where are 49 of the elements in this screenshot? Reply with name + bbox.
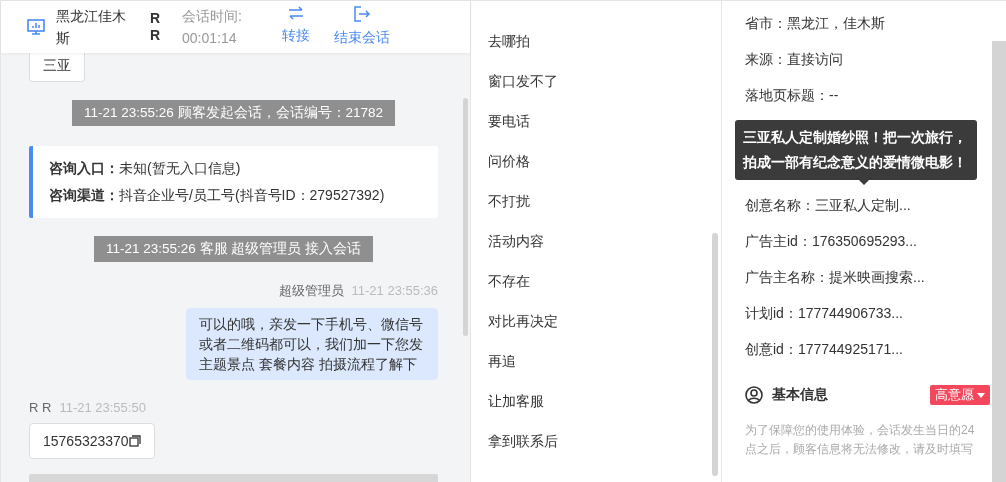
end-session-button[interactable]: 结束会话 [334, 6, 390, 48]
info-field: 计划id：177744906733... [745, 295, 1006, 331]
duration-label: 会话时间: [182, 7, 243, 26]
info-field: 省市：黑龙江，佳木斯 [745, 5, 1006, 41]
caret-icon [977, 392, 985, 398]
tooltip-arrow [859, 180, 869, 185]
scrollbar-track[interactable] [992, 41, 1006, 482]
phone-number: 15765323370 [43, 433, 129, 449]
message-bubble: 三亚 [29, 53, 85, 82]
notice-text: 为了保障您的使用体验，会话发生当日的24点之后，顾客信息将无法修改，请及时填写 [745, 422, 976, 458]
sender-name: 超级管理员 [278, 283, 344, 298]
quick-reply-item[interactable]: 不存在 [488, 261, 530, 301]
quick-reply-item[interactable]: 让加客服 [488, 381, 544, 421]
system-notice: 11-21 23:55:26 顾客发起会话，会话编号：21782 [71, 100, 396, 126]
quick-reply-item[interactable]: 再追 [488, 341, 516, 381]
info-field: 广告主id：176350695293... [745, 223, 1006, 259]
monitor-icon [27, 19, 45, 35]
quick-reply-item[interactable]: 对比再决定 [488, 301, 558, 341]
system-notice: 11-21 23:55:26 客服 超级管理员 接入会话 [93, 236, 374, 262]
info-field: 创意id：177744925171... [745, 331, 1006, 367]
info-field: 广告主名称：提米映画搜索... [745, 259, 1006, 295]
quick-reply-item[interactable]: 拿到联系后 [488, 421, 558, 461]
message-time: 11-21 23:55:50 [59, 400, 146, 415]
sender-name: R R [29, 400, 52, 415]
exit-icon [354, 6, 370, 22]
message-time: 11-21 23:55:36 [351, 283, 438, 298]
intent-dropdown[interactable]: 高意愿 [930, 385, 990, 405]
quick-reply-item[interactable]: 去哪拍 [488, 21, 530, 61]
swap-arrows-icon [288, 6, 304, 20]
quick-reply-item[interactable]: 问价格 [488, 141, 530, 181]
user-icon [745, 386, 763, 404]
location-label: 黑龙江佳木斯 [56, 7, 127, 48]
info-line: 咨询入口：未知(暂无入口信息) [49, 159, 242, 178]
duration-value: 00:01:14 [182, 29, 238, 48]
copy-icon[interactable] [128, 435, 141, 447]
info-field: 来源：直接访问 [745, 41, 1006, 77]
quick-reply-item[interactable]: 要电话 [488, 101, 530, 141]
info-field: 创意名称：三亚私人定制... [745, 187, 1006, 223]
scrollbar-thumb[interactable] [463, 98, 468, 336]
customer-name: R R [150, 10, 162, 44]
quick-reply-item[interactable]: 不打扰 [488, 181, 530, 221]
message-bubble: 可以的哦，亲发一下手机号、微信号或者二维码都可以，我们加一下您发主题景点 套餐内容 拍摄流程了解下 [186, 308, 438, 380]
scrollbar-thumb[interactable] [712, 233, 718, 476]
section-title: 基本信息 [772, 386, 829, 404]
info-field: 落地页标题：-- [745, 77, 1006, 113]
transfer-button[interactable]: 转接 [282, 6, 310, 46]
quick-reply-item[interactable]: 窗口发不了 [488, 61, 558, 101]
quick-reply-item[interactable]: 活动内容 [488, 221, 544, 261]
info-line: 咨询渠道：抖音企业号/员工号(抖音号ID：279527392) [49, 186, 386, 205]
